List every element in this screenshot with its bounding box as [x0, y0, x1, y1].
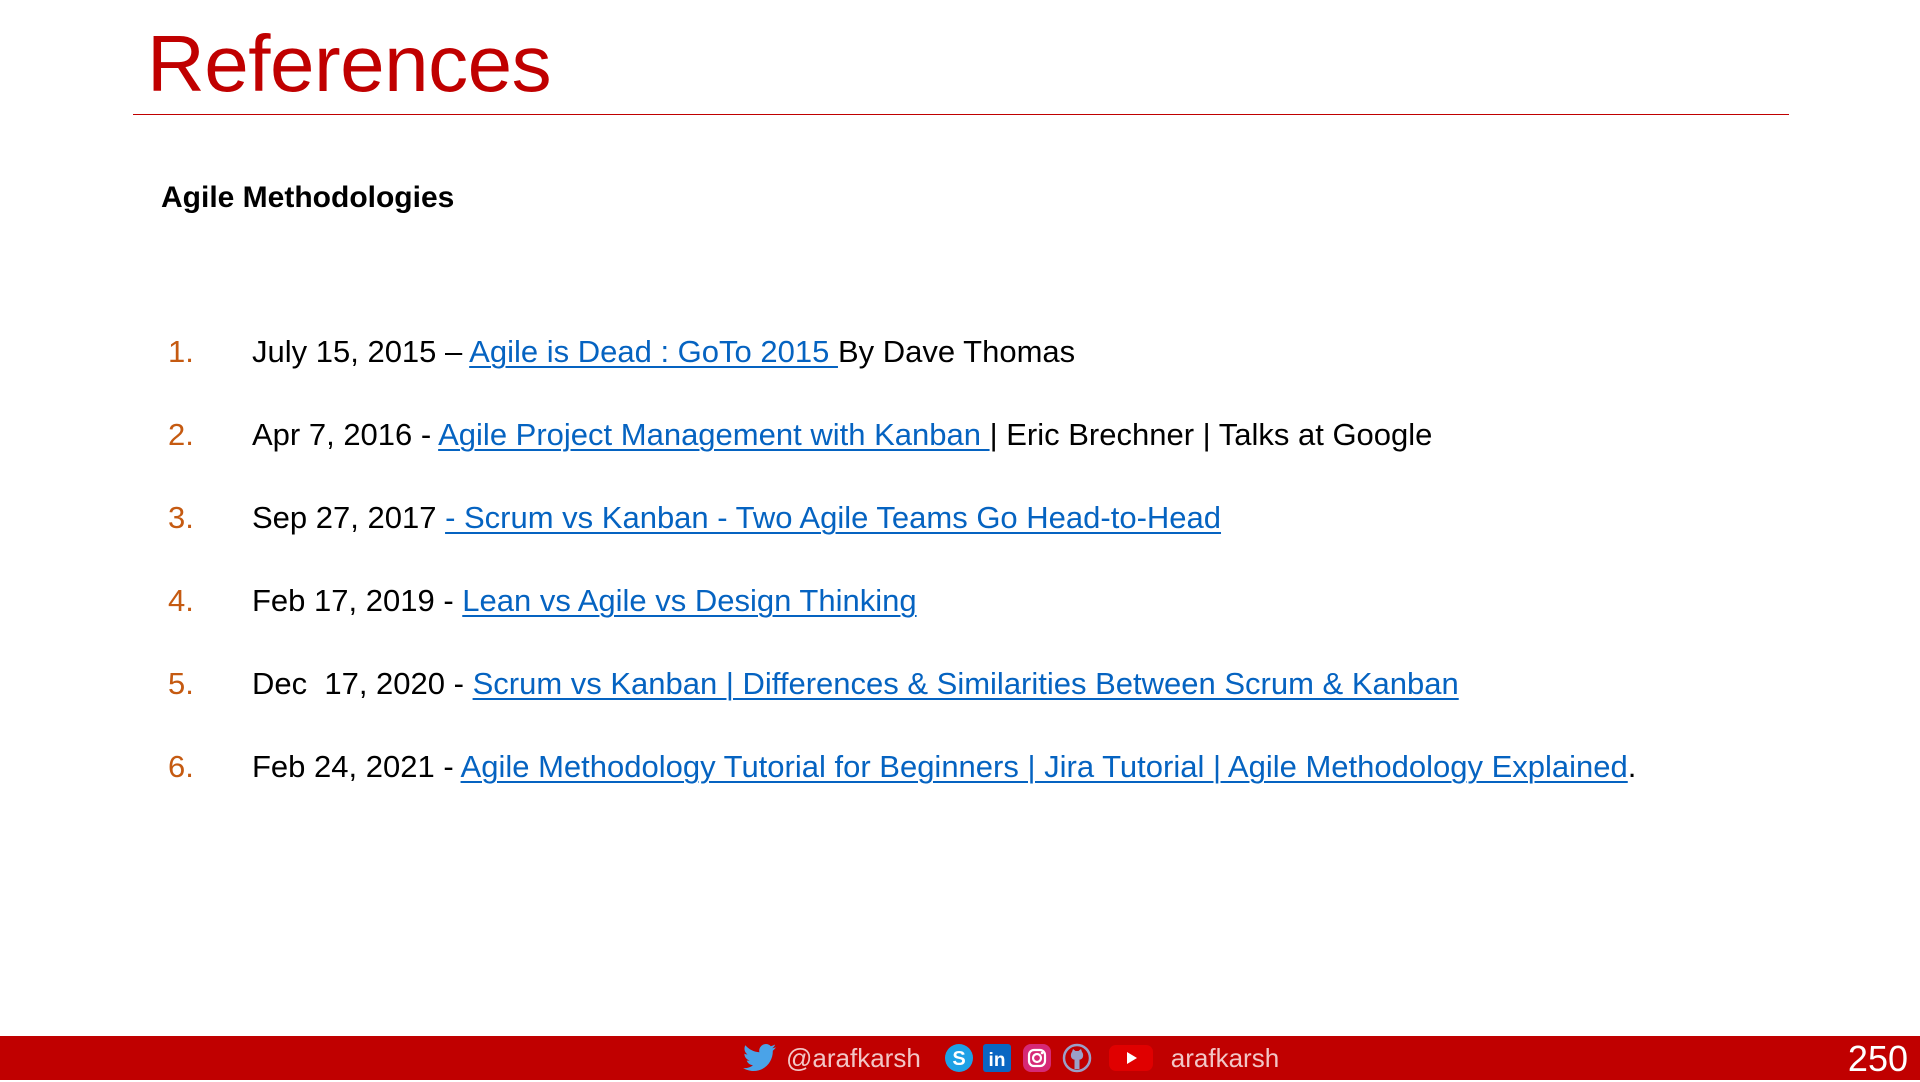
section-heading: Agile Methodologies	[161, 181, 455, 214]
skype-icon[interactable]: S	[943, 1042, 975, 1074]
list-item: 6. Feb 24, 2021 - Agile Methodology Tuto…	[168, 745, 1868, 828]
youtube-icon[interactable]	[1107, 1042, 1155, 1074]
twitter-icon[interactable]	[742, 1043, 778, 1073]
list-number: 5.	[168, 666, 194, 701]
list-item: 4. Feb 17, 2019 - Lean vs Agile vs Desig…	[168, 579, 1868, 662]
reference-date: July 15, 2015 –	[252, 334, 470, 369]
reference-link[interactable]: Agile Methodology Tutorial for Beginners…	[461, 749, 1628, 784]
list-number: 4.	[168, 583, 194, 618]
reference-link[interactable]: - Scrum vs Kanban - Two Agile Teams Go H…	[445, 500, 1221, 535]
list-number: 2.	[168, 417, 194, 452]
instagram-icon[interactable]	[1021, 1042, 1053, 1074]
list-number: 6.	[168, 749, 194, 784]
reference-list: 1. July 15, 2015 – Agile is Dead : GoTo …	[168, 330, 1868, 828]
reference-text: Dec 17, 2020 - Scrum vs Kanban | Differe…	[252, 662, 1459, 706]
youtube-handle[interactable]: arafkarsh	[1171, 1036, 1279, 1080]
list-item: 2. Apr 7, 2016 - Agile Project Managemen…	[168, 413, 1868, 496]
reference-text: Feb 24, 2021 - Agile Methodology Tutoria…	[252, 745, 1636, 789]
reference-suffix: .	[1627, 749, 1637, 784]
reference-text: July 15, 2015 – Agile is Dead : GoTo 201…	[252, 330, 1075, 374]
reference-link[interactable]: Agile Project Management with Kanban	[438, 417, 989, 452]
linkedin-icon[interactable]: in	[981, 1042, 1013, 1074]
reference-text: Apr 7, 2016 - Agile Project Management w…	[252, 413, 1432, 457]
list-number: 1.	[168, 334, 194, 369]
reference-date: Sep 27, 2017	[252, 500, 446, 535]
reference-text: Sep 27, 2017 - Scrum vs Kanban - Two Agi…	[252, 496, 1221, 540]
twitter-handle[interactable]: @arafkarsh	[786, 1036, 921, 1080]
reference-link[interactable]: Agile is Dead : GoTo 2015	[469, 334, 838, 369]
svg-text:S: S	[952, 1048, 965, 1070]
reference-suffix: By Dave Thomas	[837, 334, 1076, 369]
reference-suffix: | Eric Brechner | Talks at Google	[989, 417, 1433, 452]
list-number: 3.	[168, 500, 194, 535]
footer-bar: @arafkarsh S in arafkarsh	[0, 1036, 1920, 1080]
svg-text:in: in	[988, 1050, 1005, 1071]
reference-link[interactable]: Scrum vs Kanban | Differences & Similari…	[473, 666, 1459, 701]
reference-text: Feb 17, 2019 - Lean vs Agile vs Design T…	[252, 579, 917, 623]
slide-title: References	[147, 19, 552, 108]
reference-date: Feb 17, 2019 -	[252, 583, 463, 618]
reference-date: Dec 17, 2020 -	[252, 666, 473, 701]
reference-date: Feb 24, 2021 -	[252, 749, 461, 784]
github-icon[interactable]	[1061, 1042, 1093, 1074]
list-item: 5. Dec 17, 2020 - Scrum vs Kanban | Diff…	[168, 662, 1868, 745]
reference-date: Apr 7, 2016 -	[252, 417, 439, 452]
social-links: @arafkarsh S in arafkarsh	[742, 1036, 1279, 1080]
title-divider	[133, 114, 1789, 115]
reference-link[interactable]: Lean vs Agile vs Design Thinking	[462, 583, 916, 618]
list-item: 1. July 15, 2015 – Agile is Dead : GoTo …	[168, 330, 1868, 413]
list-item: 3. Sep 27, 2017 - Scrum vs Kanban - Two …	[168, 496, 1868, 579]
page-number: 250	[1847, 1038, 1908, 1079]
